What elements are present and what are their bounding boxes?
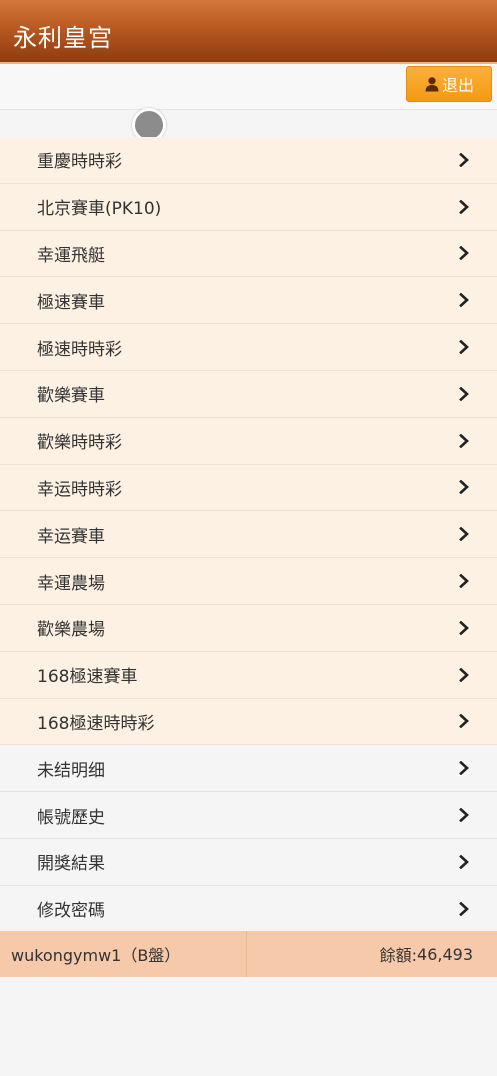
menu-item[interactable]: 極速賽車 — [0, 277, 497, 325]
logout-label: 退出 — [441, 76, 474, 95]
chevron-right-icon — [459, 714, 469, 729]
menu-item-label: 幸運農場 — [37, 573, 105, 594]
chevron-right-icon — [459, 574, 469, 589]
separator-strip — [0, 110, 497, 137]
menu-item-label: 帳號歷史 — [37, 807, 105, 828]
menu-item[interactable]: 幸运賽車 — [0, 511, 497, 559]
menu-item-label: 北京賽車(PK10) — [37, 199, 162, 220]
menu-item[interactable]: 帳號歷史 — [0, 792, 497, 839]
menu-item[interactable]: 幸運農場 — [0, 558, 497, 605]
menu-item[interactable]: 歡樂時時彩 — [0, 417, 497, 465]
menu-item[interactable]: 未结明细 — [0, 745, 497, 793]
chevron-right-icon — [459, 620, 469, 635]
menu-item-label: 168極速時時彩 — [37, 713, 155, 734]
app-header: 永利皇宫 — [0, 0, 497, 64]
menu-item[interactable]: 168極速賽車 — [0, 651, 497, 699]
user-icon — [425, 77, 439, 92]
menu-item[interactable]: 歡樂農場 — [0, 604, 497, 652]
menu-item[interactable]: 幸運飛艇 — [0, 230, 497, 278]
chevron-right-icon — [459, 433, 469, 448]
chevron-right-icon — [459, 901, 469, 916]
balance-value: 46,493 — [417, 944, 473, 964]
menu-item-label: 歡樂賽車 — [37, 386, 105, 407]
chevron-right-icon — [459, 246, 469, 261]
chevron-right-icon — [459, 386, 469, 401]
menu-item[interactable]: 修改密碼 — [0, 885, 497, 933]
account-footer: wukongymw1（B盤） 餘額: 46,493 — [0, 931, 497, 977]
menu-item-label: 歡樂農場 — [37, 620, 105, 641]
chevron-right-icon — [459, 480, 469, 495]
menu-item-label: 歡樂時時彩 — [37, 433, 122, 454]
chevron-right-icon — [459, 761, 469, 776]
chevron-right-icon — [459, 340, 469, 355]
menu-item-label: 幸运時時彩 — [37, 479, 122, 500]
chevron-right-icon — [459, 808, 469, 823]
menu-item[interactable]: 歡樂賽車 — [0, 370, 497, 418]
chevron-right-icon — [459, 854, 469, 869]
toolbar: 退出 — [0, 64, 497, 110]
menu-item-label: 極速時時彩 — [37, 339, 122, 360]
chevron-right-icon — [459, 152, 469, 167]
menu-item[interactable]: 重慶時時彩 — [0, 137, 497, 184]
chevron-right-icon — [459, 667, 469, 682]
menu-item[interactable]: 幸运時時彩 — [0, 464, 497, 512]
menu-item-label: 極速賽車 — [37, 292, 105, 313]
username-label: wukongymw1（B盤） — [0, 931, 247, 977]
menu-item-label: 重慶時時彩 — [37, 152, 122, 173]
menu-item-label: 開獎結果 — [37, 854, 105, 875]
app-title: 永利皇宫 — [13, 24, 113, 52]
balance-label: 餘額: — [379, 946, 418, 965]
menu-item-label: 168極速賽車 — [37, 667, 138, 688]
menu-item[interactable]: 開獎結果 — [0, 838, 497, 886]
chevron-right-icon — [459, 293, 469, 308]
chevron-right-icon — [459, 527, 469, 542]
balance-display: 餘額: 46,493 — [247, 931, 497, 977]
menu-item-label: 幸运賽車 — [37, 526, 105, 547]
menu-list: 重慶時時彩北京賽車(PK10) 幸運飛艇極速賽車極速時時彩歡樂賽車歡樂時時彩幸运時… — [0, 137, 497, 933]
chevron-right-icon — [459, 199, 469, 214]
menu-item[interactable]: 168極速時時彩 — [0, 698, 497, 746]
menu-item[interactable]: 北京賽車(PK10) — [0, 183, 497, 231]
menu-item-label: 幸運飛艇 — [37, 245, 105, 266]
menu-item[interactable]: 極速時時彩 — [0, 324, 497, 371]
logout-button[interactable]: 退出 — [406, 66, 492, 102]
menu-item-label: 未结明细 — [37, 760, 105, 781]
menu-item-label: 修改密碼 — [37, 901, 105, 922]
